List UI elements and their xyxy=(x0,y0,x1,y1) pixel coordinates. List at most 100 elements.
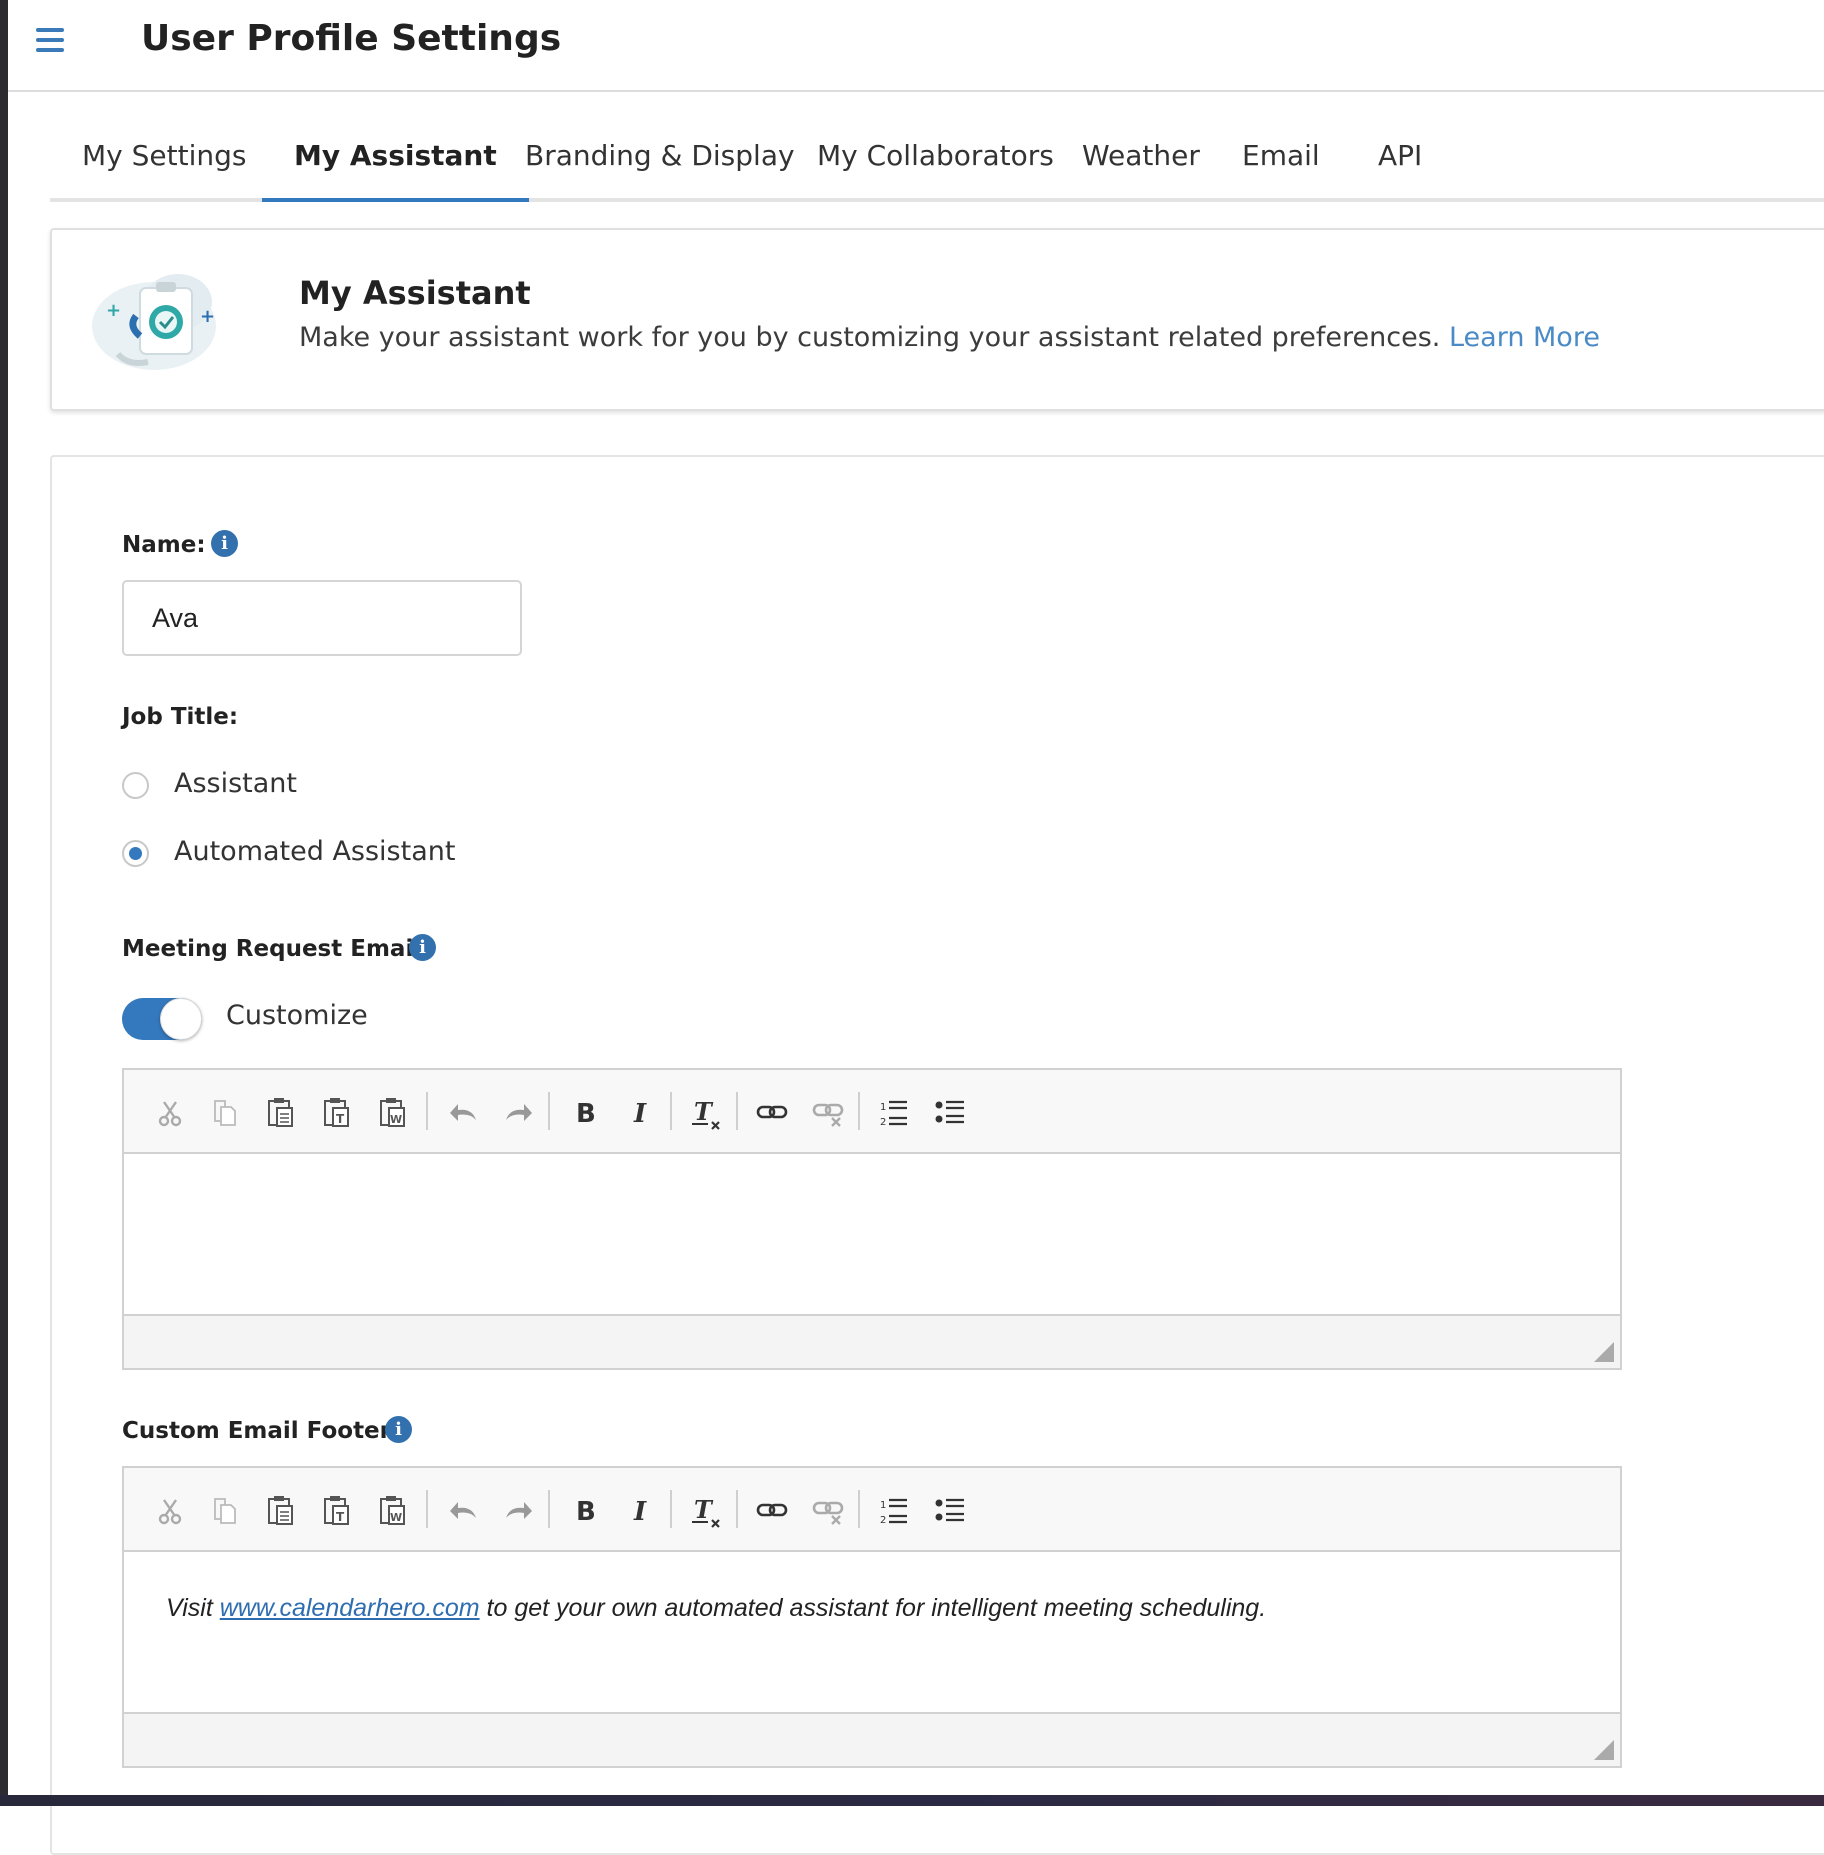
svg-text:2: 2 xyxy=(880,1117,886,1128)
toolbar-separator xyxy=(670,1490,672,1528)
toolbar-separator xyxy=(426,1092,428,1130)
meeting-request-info-icon[interactable]: i xyxy=(409,934,436,961)
svg-text:B: B xyxy=(576,1497,596,1527)
svg-text:W: W xyxy=(390,1113,402,1126)
tab-my-collaborators[interactable]: My Collaborators xyxy=(785,118,1086,198)
numbered-list-icon[interactable]: 12 xyxy=(874,1092,914,1132)
card-description-text: Make your assistant work for you by cust… xyxy=(299,322,1441,353)
bold-icon[interactable]: B xyxy=(566,1092,606,1132)
paste-icon[interactable] xyxy=(260,1092,300,1132)
toolbar-separator xyxy=(426,1490,428,1528)
name-label: Name: xyxy=(122,532,206,558)
undo-icon[interactable] xyxy=(444,1092,484,1132)
remove-format-icon[interactable]: T xyxy=(686,1092,726,1132)
svg-text:I: I xyxy=(633,1497,647,1527)
assistant-info-card: + + My Assistant Make your assistant wor… xyxy=(50,228,1824,411)
svg-text:T: T xyxy=(694,1097,714,1126)
copy-icon[interactable] xyxy=(204,1490,244,1530)
paste-text-icon[interactable]: T xyxy=(316,1092,356,1132)
resize-handle-icon[interactable] xyxy=(1594,1342,1614,1362)
svg-text:T: T xyxy=(336,1112,345,1126)
editor-toolbar: T W B I T 12 xyxy=(124,1468,1620,1552)
window-bottom-edge xyxy=(0,1795,1824,1806)
svg-text:B: B xyxy=(576,1099,596,1129)
redo-icon[interactable] xyxy=(498,1092,538,1132)
svg-text:T: T xyxy=(694,1495,714,1524)
settings-tabs: My Settings My Assistant Branding & Disp… xyxy=(50,118,1824,202)
toolbar-separator xyxy=(858,1490,860,1528)
link-icon[interactable] xyxy=(752,1490,792,1530)
toolbar-separator xyxy=(736,1092,738,1130)
customize-label: Customize xyxy=(226,1000,368,1031)
toolbar-separator xyxy=(670,1092,672,1130)
meeting-email-editor: T W B I T 12 xyxy=(122,1068,1622,1370)
toolbar-separator xyxy=(548,1092,550,1130)
radio-assistant[interactable] xyxy=(122,772,149,799)
radio-automated-assistant[interactable] xyxy=(122,840,149,867)
italic-icon[interactable]: I xyxy=(622,1092,662,1132)
svg-text:I: I xyxy=(633,1099,647,1129)
job-title-label: Job Title: xyxy=(122,704,239,730)
bulleted-list-icon[interactable] xyxy=(930,1092,970,1132)
footer-text-prefix: Visit xyxy=(166,1594,213,1622)
tab-my-assistant[interactable]: My Assistant xyxy=(262,118,529,202)
name-input[interactable] xyxy=(122,580,522,656)
svg-text:W: W xyxy=(390,1511,402,1524)
email-footer-editor-body[interactable]: Visit www.calendarhero.com to get your o… xyxy=(124,1552,1620,1714)
bulleted-list-icon[interactable] xyxy=(930,1490,970,1530)
link-icon[interactable] xyxy=(752,1092,792,1132)
numbered-list-icon[interactable]: 12 xyxy=(874,1490,914,1530)
italic-icon[interactable]: I xyxy=(622,1490,662,1530)
cut-icon[interactable] xyxy=(150,1092,190,1132)
assistant-illustration-icon: + + xyxy=(92,274,216,370)
toolbar-separator xyxy=(548,1490,550,1528)
bold-icon[interactable]: B xyxy=(566,1490,606,1530)
email-footer-info-icon[interactable]: i xyxy=(385,1416,412,1443)
tab-my-settings[interactable]: My Settings xyxy=(50,118,278,198)
remove-format-icon[interactable]: T xyxy=(686,1490,726,1530)
name-info-icon[interactable]: i xyxy=(211,530,238,557)
svg-text:1: 1 xyxy=(880,1102,886,1113)
cut-icon[interactable] xyxy=(150,1490,190,1530)
editor-status-bar xyxy=(124,1314,1620,1368)
toolbar-separator xyxy=(858,1092,860,1130)
editor-status-bar xyxy=(124,1712,1620,1766)
unlink-icon[interactable] xyxy=(808,1092,848,1132)
meeting-request-email-label: Meeting Request Email: xyxy=(122,936,431,962)
paste-word-icon[interactable]: W xyxy=(372,1490,412,1530)
radio-assistant-label: Assistant xyxy=(174,768,298,799)
radio-automated-assistant-label: Automated Assistant xyxy=(174,836,456,867)
email-footer-editor: T W B I T 12 Visit www.calendarhero.com … xyxy=(122,1466,1622,1768)
tab-email[interactable]: Email xyxy=(1210,118,1352,198)
page-header: User Profile Settings xyxy=(8,0,1824,92)
footer-link[interactable]: www.calendarhero.com xyxy=(220,1594,480,1622)
toggle-knob xyxy=(160,998,202,1040)
learn-more-link[interactable]: Learn More xyxy=(1449,322,1600,353)
custom-email-footer-label: Custom Email Footer: xyxy=(122,1418,401,1444)
paste-text-icon[interactable]: T xyxy=(316,1490,356,1530)
redo-icon[interactable] xyxy=(498,1490,538,1530)
card-description: Make your assistant work for you by cust… xyxy=(299,322,1600,353)
footer-text-suffix: to get your own automated assistant for … xyxy=(486,1594,1267,1622)
svg-text:+: + xyxy=(200,306,215,327)
resize-handle-icon[interactable] xyxy=(1594,1740,1614,1760)
svg-text:1: 1 xyxy=(880,1500,886,1511)
hamburger-menu-icon[interactable] xyxy=(36,28,70,56)
tab-api[interactable]: API xyxy=(1346,118,1454,198)
undo-icon[interactable] xyxy=(444,1490,484,1530)
paste-icon[interactable] xyxy=(260,1490,300,1530)
svg-text:2: 2 xyxy=(880,1515,886,1526)
unlink-icon[interactable] xyxy=(808,1490,848,1530)
svg-text:T: T xyxy=(336,1510,345,1524)
page-title: User Profile Settings xyxy=(141,18,562,59)
customize-toggle[interactable] xyxy=(122,998,202,1040)
editor-toolbar: T W B I T 12 xyxy=(124,1070,1620,1154)
paste-word-icon[interactable]: W xyxy=(372,1092,412,1132)
copy-icon[interactable] xyxy=(204,1092,244,1132)
card-title: My Assistant xyxy=(299,274,531,312)
svg-text:+: + xyxy=(106,300,121,321)
tab-branding-display[interactable]: Branding & Display xyxy=(493,118,827,198)
meeting-email-editor-body[interactable] xyxy=(124,1154,1620,1316)
tab-weather[interactable]: Weather xyxy=(1050,118,1232,198)
toolbar-separator xyxy=(736,1490,738,1528)
